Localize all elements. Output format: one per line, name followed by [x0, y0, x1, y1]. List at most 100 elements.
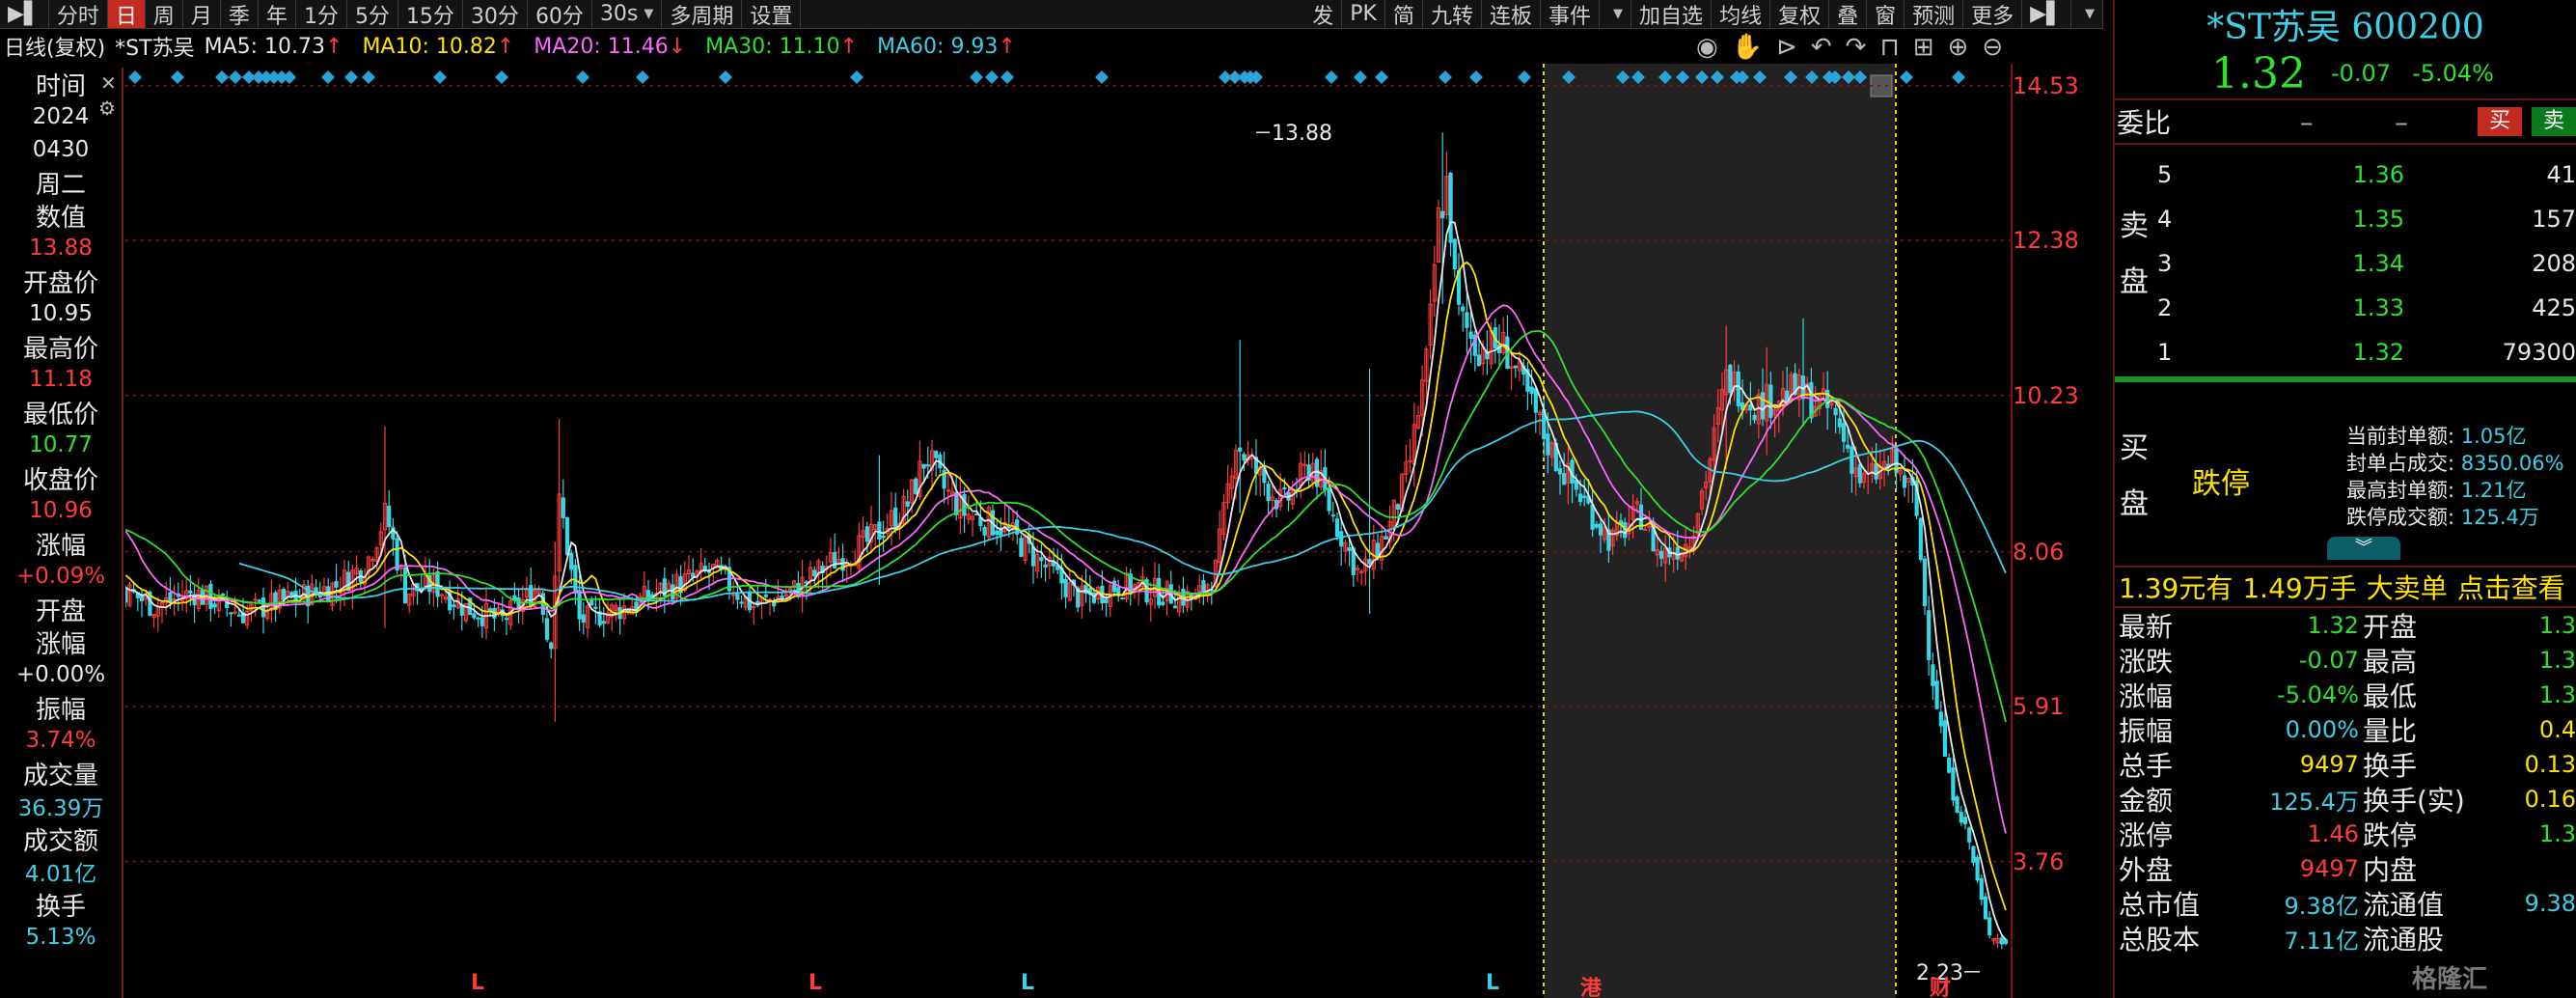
price-change: -0.07	[2330, 60, 2392, 87]
stat-v1: 7.11亿	[2284, 927, 2359, 955]
candle-body	[1533, 388, 1538, 413]
quote-stat-row: 总股本 7.11亿 流通股	[2115, 921, 2576, 956]
toolbar-tool-button[interactable]: 事件	[1541, 0, 1601, 29]
candle-body	[1120, 597, 1125, 600]
crosshair-data-row: 振幅	[35, 695, 86, 725]
period-tab[interactable]: 年	[259, 0, 296, 29]
candle-body	[921, 463, 926, 469]
crosshair-data-row: 0430	[32, 137, 90, 162]
period-tab[interactable]: 日	[107, 0, 146, 29]
toolbar-tool-button[interactable]: 叠	[1829, 0, 1868, 29]
ask-lvl: 3	[2157, 250, 2173, 277]
quote-stat-row: 涨停 1.46 跌停 1.3	[2115, 817, 2576, 851]
quote-stat-row: 振幅 0.00% 量比 0.4	[2115, 712, 2576, 747]
price-change-pct: -5.04%	[2412, 60, 2494, 87]
ask-lvl: 2	[2157, 294, 2173, 321]
seconds-select[interactable]: 30s ▼	[592, 0, 663, 28]
period-tab[interactable]: 5分	[347, 0, 398, 29]
toolbar-tool-button[interactable]: PK	[1342, 0, 1385, 28]
kline-chart[interactable]: 13.882.23	[125, 64, 2014, 998]
period-tab[interactable]: 60分	[528, 0, 592, 29]
period-tab[interactable]: 15分	[398, 0, 463, 29]
candle-body	[1760, 392, 1766, 420]
ticker-link[interactable]: 点击查看	[2457, 568, 2565, 606]
zoom-out-icon[interactable]: ⊖	[1982, 33, 2003, 62]
eye-icon[interactable]: ◉	[1696, 33, 1718, 62]
period-tab[interactable]: 分时	[49, 0, 108, 29]
undo-icon[interactable]: ↶	[1811, 33, 1832, 62]
settings-button[interactable]: 设置	[742, 0, 802, 29]
candle-body	[1440, 210, 1445, 219]
candle-body	[925, 464, 930, 467]
candle-body	[934, 450, 939, 458]
candle-body	[1846, 444, 1850, 449]
candle-body	[1955, 796, 1959, 814]
ask-level-row[interactable]: 4 1.35 157	[2153, 197, 2576, 241]
zoom-in-icon[interactable]: ⊕	[1948, 33, 1969, 62]
toolbar-tool-button[interactable]: 简	[1385, 0, 1423, 29]
candle-body	[1513, 365, 1518, 369]
redo-icon[interactable]: ↷	[1846, 33, 1867, 62]
ask-level-row[interactable]: 3 1.34 208	[2153, 241, 2576, 286]
expand-right-icon[interactable]: ▶▌	[2022, 0, 2071, 28]
end-dropdown-icon[interactable]: ▼	[2071, 0, 2103, 28]
lock-icon[interactable]: ⊓	[1879, 33, 1899, 62]
event-marker[interactable]: L	[808, 971, 822, 995]
signal-diamond	[128, 70, 142, 84]
quote-stat-row: 金额 125.4万 换手(实) 0.16	[2115, 782, 2576, 817]
hand-icon[interactable]: ✋	[1732, 33, 1763, 62]
ask-level-row[interactable]: 1 1.32 79300	[2153, 330, 2576, 374]
event-marker[interactable]: L	[1021, 971, 1034, 995]
event-marker[interactable]: 港	[1580, 971, 1602, 998]
toolbar-tool-button[interactable]: 连板	[1482, 0, 1542, 29]
toolbar-tool-button[interactable]: 均线	[1712, 0, 1771, 29]
event-marker[interactable]: L	[1486, 971, 1499, 995]
candle-body	[281, 589, 287, 600]
big-order-ticker[interactable]: 1.39元有 1.49万手 大卖单 点击查看	[2115, 566, 2576, 606]
candle-body	[564, 517, 570, 556]
period-tab[interactable]: 周	[146, 0, 183, 29]
toolbar-tool-button[interactable]: 窗	[1867, 0, 1905, 29]
ask-px: 1.32	[2352, 339, 2404, 366]
more-dropdown-icon[interactable]: ▼	[1600, 0, 1632, 28]
event-marker[interactable]: 财	[1930, 971, 1951, 998]
candle-body	[1934, 680, 1939, 709]
ask-level-row[interactable]: 2 1.33 425	[2153, 286, 2576, 330]
period-tab[interactable]: 1分	[296, 0, 347, 29]
signal-diamond	[636, 70, 649, 84]
signal-diamond	[229, 70, 242, 84]
sell-button[interactable]: 卖	[2532, 107, 2576, 136]
period-tab[interactable]: 月	[183, 0, 221, 29]
candle-body	[735, 594, 740, 600]
candle-body	[1658, 550, 1664, 559]
toolbar-tool-button[interactable]: 预测	[1905, 0, 1964, 29]
candle-body	[1947, 757, 1952, 773]
limit-stat-row: 当前封单额: 1.05亿	[2346, 425, 2527, 448]
buy-button[interactable]: 买	[2478, 107, 2523, 136]
multi-period-button[interactable]: 多周期	[662, 0, 743, 29]
stat-l2: 换手(实)	[2362, 785, 2465, 817]
candle-body	[1927, 610, 1932, 660]
signal-diamond	[1325, 70, 1338, 84]
collapse-left-icon[interactable]: ▶▌	[0, 0, 49, 28]
toolbar-tool-button[interactable]: 更多	[1963, 0, 2023, 29]
ask-level-row[interactable]: 5 1.36 41	[2153, 152, 2576, 197]
gear-icon[interactable]: ⚙	[98, 97, 116, 120]
stat-v2: 9.38	[2524, 890, 2576, 917]
period-tab[interactable]: 季	[221, 0, 259, 29]
grid-icon[interactable]: ⊞	[1913, 33, 1934, 62]
candle-body	[1938, 711, 1943, 727]
toolbar-tool-button[interactable]: 加自选	[1631, 0, 1713, 29]
toolbar-tool-button[interactable]: 九转	[1423, 0, 1483, 29]
stat-v1: -5.04%	[2277, 681, 2359, 708]
expand-chevron-icon[interactable]: ︾	[2327, 537, 2400, 560]
event-marker[interactable]: L	[471, 971, 484, 995]
period-tab[interactable]: 30分	[463, 0, 528, 29]
candle-body	[1931, 664, 1935, 686]
stat-l1: 总手	[2119, 750, 2174, 782]
toolbar-tool-button[interactable]: 复权	[1770, 0, 1830, 29]
play-icon[interactable]: ⊳	[1776, 33, 1797, 62]
order-diff-value: –	[2395, 105, 2409, 138]
close-icon[interactable]: ✕	[100, 71, 117, 95]
toolbar-tool-button[interactable]: 发	[1304, 0, 1343, 29]
